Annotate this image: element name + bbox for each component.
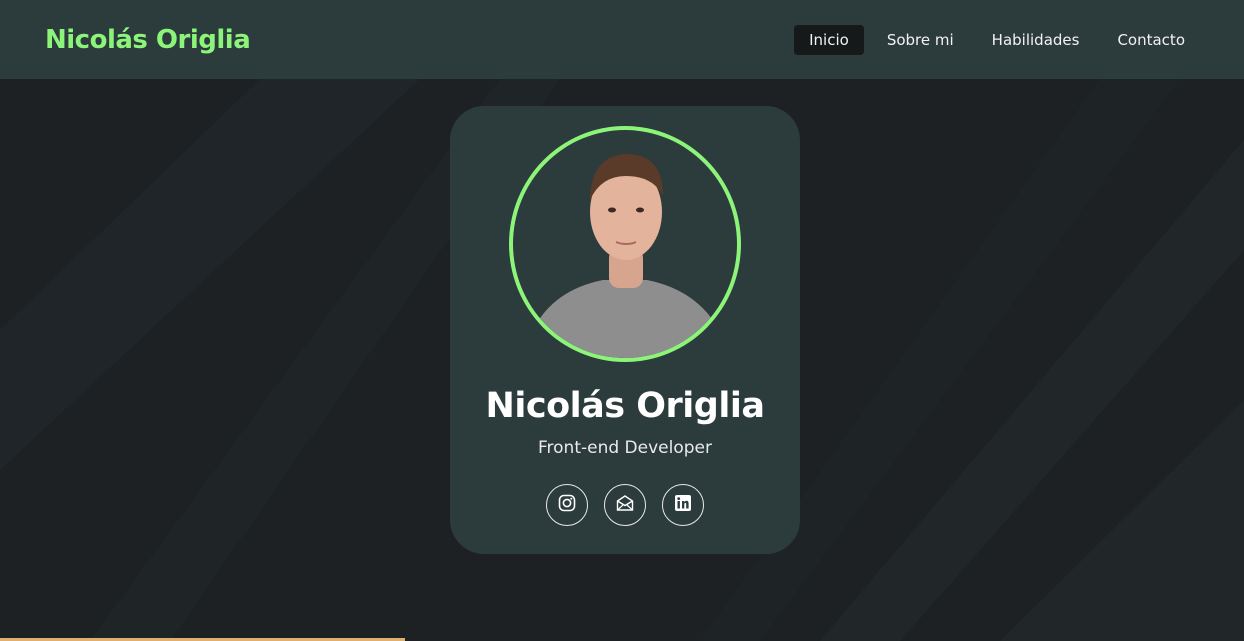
instagram-icon: [558, 494, 576, 516]
profile-role: Front-end Developer: [538, 438, 712, 458]
nav-link-inicio[interactable]: Inicio: [794, 24, 864, 55]
social-links: [546, 484, 704, 526]
nav-link-sobre-mi[interactable]: Sobre mi: [872, 25, 969, 55]
profile-name: Nicolás Origlia: [485, 386, 765, 426]
nav-link-contacto[interactable]: Contacto: [1102, 25, 1200, 55]
instagram-button[interactable]: [546, 484, 588, 526]
profile-avatar: [509, 126, 741, 362]
nav-link-habilidades[interactable]: Habilidades: [977, 25, 1095, 55]
email-button[interactable]: [604, 484, 646, 526]
profile-card: Nicolás Origlia Front-end Developer: [450, 106, 800, 554]
top-navbar: Nicolás Origlia Inicio Sobre mi Habilida…: [0, 0, 1244, 79]
linkedin-button[interactable]: [662, 484, 704, 526]
linkedin-icon: [674, 494, 692, 516]
brand-logo[interactable]: Nicolás Origlia: [45, 25, 251, 55]
nav-links: Inicio Sobre mi Habilidades Contacto: [794, 24, 1200, 55]
email-icon: [616, 494, 634, 516]
